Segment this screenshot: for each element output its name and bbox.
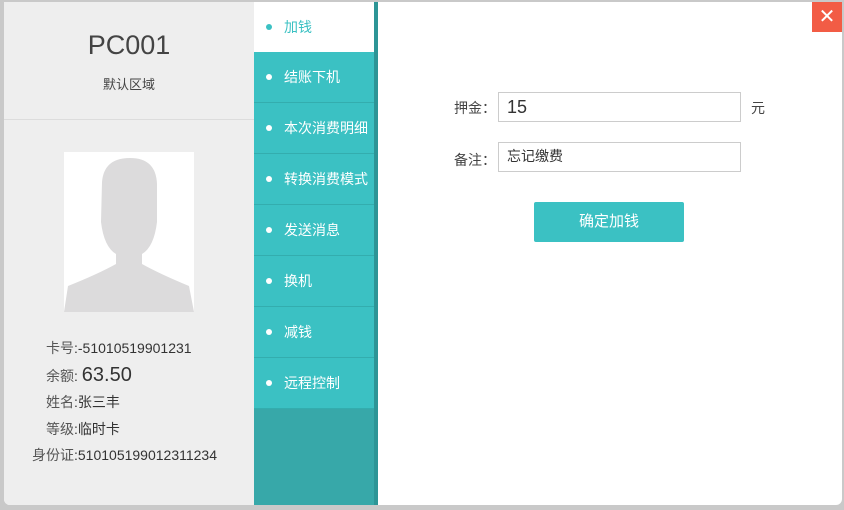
card-number-row: 卡号:-51010519901231 [46,340,192,356]
close-button[interactable]: ✕ [812,2,842,32]
menu-details[interactable]: 本次消费明细 [254,103,374,154]
note-input[interactable]: 忘记缴费 [498,142,741,172]
dialog-window: PC001 默认区域 卡号:-51010519901231 余额: 63.50 … [4,2,842,505]
name-row: 姓名:张三丰 [46,394,120,410]
menu-change-machine[interactable]: 换机 [254,256,374,307]
user-silhouette-icon [64,158,194,312]
level-row: 等级:临时卡 [46,421,120,437]
user-panel: PC001 默认区域 卡号:-51010519901231 余额: 63.50 … [4,2,254,505]
machine-name: PC001 [87,30,171,60]
divider [4,119,254,120]
deposit-input[interactable]: 15 [498,92,741,122]
menu-switch-mode[interactable]: 转换消费模式 [254,154,374,205]
machine-area: 默认区域 [102,77,155,92]
menu-remote-control[interactable]: 远程控制 [254,358,374,409]
id-row: 身份证:510105199012311234 [32,447,218,463]
action-menu: 加钱 结账下机 本次消费明细 转换消费模式 发送消息 换机 减钱 远程控制 [254,2,378,505]
balance-row: 余额: 63.50 [46,364,132,386]
unit-label: 元 [751,100,765,116]
avatar [64,152,194,312]
menu-checkout[interactable]: 结账下机 [254,52,374,103]
menu-subtract-money[interactable]: 减钱 [254,307,374,358]
deposit-label: 押金： [454,100,496,116]
menu-send-message[interactable]: 发送消息 [254,205,374,256]
confirm-add-money-button[interactable]: 确定加钱 [534,202,684,242]
note-label: 备注： [454,152,496,168]
menu-add-money[interactable]: 加钱 [254,2,374,52]
